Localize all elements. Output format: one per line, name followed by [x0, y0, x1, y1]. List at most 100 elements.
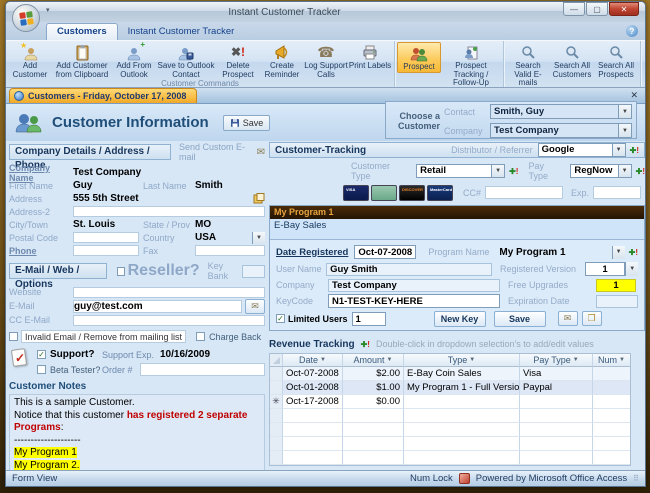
phone-field[interactable] — [73, 245, 139, 256]
postal-field[interactable] — [73, 232, 139, 243]
prospect-tracking-button[interactable]: Prospect Tracking / Follow-Up — [441, 42, 501, 88]
invalid-email-checkbox[interactable] — [9, 332, 18, 341]
beta-tester-checkbox[interactable] — [37, 365, 46, 374]
table-row-empty[interactable] — [270, 437, 630, 451]
search-all-customers-button[interactable]: Search All Customers — [550, 42, 594, 79]
chevron-down-icon[interactable]: ▼ — [619, 354, 625, 367]
envelope-icon[interactable]: ✉ — [257, 147, 265, 158]
new-key-button[interactable]: New Key — [434, 311, 486, 327]
quick-access-caret-icon[interactable]: ▾ — [46, 6, 50, 14]
program-list-item[interactable]: E-Bay Sales — [274, 220, 326, 231]
prospect-button[interactable]: Prospect — [397, 42, 441, 73]
fax-field[interactable] — [195, 245, 265, 256]
edit-list-icon[interactable]: ✚! — [629, 248, 638, 257]
tab-instant-customer-tracker[interactable]: Instant Customer Tracker — [118, 24, 245, 40]
contact-combo[interactable]: Smith, Guy ▼ — [490, 104, 632, 119]
resize-grip[interactable]: ⠿ — [633, 474, 639, 483]
reseller-checkbox[interactable] — [117, 267, 125, 276]
chevron-down-icon[interactable]: ▼ — [469, 354, 475, 367]
minimize-button[interactable]: — — [563, 2, 585, 16]
chevron-down-icon[interactable]: ▼ — [491, 165, 504, 177]
limited-users-field[interactable]: 1 — [352, 312, 386, 326]
email-key-icon[interactable]: ✉ — [558, 311, 578, 326]
help-icon[interactable]: ? — [626, 25, 638, 37]
close-button[interactable]: ✕ — [609, 2, 639, 16]
search-valid-emails-button[interactable]: Search Valid E-mails — [506, 42, 550, 88]
date-registered-field[interactable]: Oct-07-2008 — [354, 245, 416, 259]
chevron-down-icon[interactable]: ▼ — [387, 354, 393, 367]
office-button[interactable] — [12, 4, 40, 32]
table-row-empty[interactable] — [270, 409, 630, 423]
company-combo[interactable]: Test Company ▼ — [490, 123, 632, 138]
chevron-down-icon[interactable]: ▼ — [573, 354, 579, 367]
table-row-empty[interactable] — [270, 423, 630, 437]
cell-date[interactable]: Oct-07-2008 — [283, 367, 343, 381]
cell-num[interactable] — [593, 381, 630, 395]
row-selector[interactable]: ✳ — [270, 395, 283, 409]
website-field[interactable] — [73, 287, 265, 298]
chevron-down-icon[interactable]: ▼ — [612, 144, 625, 156]
program-company-field[interactable]: Test Company — [328, 279, 500, 292]
cell-amount[interactable]: $0.00 — [343, 395, 404, 409]
notes-field[interactable]: This is a sample Customer. Notice that t… — [9, 394, 265, 470]
maximize-button[interactable]: ▢ — [586, 2, 608, 16]
cell-date[interactable]: Oct-17-2008 — [283, 395, 343, 409]
close-document-icon[interactable]: ✕ — [630, 90, 638, 101]
table-row[interactable]: Oct-07-2008 $2.00 E-Bay Coin Sales Visa — [270, 367, 630, 381]
address-value[interactable]: 555 5th Street — [73, 193, 253, 204]
cell-type[interactable] — [404, 395, 520, 409]
user-name-field[interactable]: Guy Smith — [326, 263, 492, 276]
cell-pay-type[interactable] — [520, 395, 593, 409]
add-from-outlook-button[interactable]: + Add From Outlook — [112, 42, 156, 79]
close-customers-button[interactable]: ✕ Close Customers — [643, 42, 646, 79]
chevron-down-icon[interactable]: ▼ — [618, 124, 631, 137]
chevron-down-icon[interactable]: ▼ — [625, 262, 638, 276]
column-header-num[interactable]: Num▼ — [593, 354, 630, 367]
chevron-down-icon[interactable]: ▼ — [612, 246, 625, 259]
program-list[interactable]: E-Bay Sales — [270, 219, 644, 240]
support-exp-value[interactable]: 10/16/2009 — [160, 349, 210, 360]
cell-pay-type[interactable]: Paypal — [520, 381, 593, 395]
row-selector[interactable] — [270, 381, 283, 395]
print-labels-button[interactable]: Print Labels — [348, 42, 392, 71]
document-tab-customers[interactable]: Customers - Friday, October 17, 2008 — [9, 88, 197, 103]
cell-date[interactable]: Oct-01-2008 — [283, 381, 343, 395]
cell-num[interactable] — [593, 367, 630, 381]
send-custom-email-link[interactable]: Send Custom E-mail — [179, 142, 253, 162]
save-to-outlook-contact-button[interactable]: Save to Outlook Contact — [156, 42, 216, 79]
select-all-cell[interactable] — [270, 354, 283, 367]
expiration-date-field[interactable] — [596, 295, 638, 308]
create-reminder-button[interactable]: Create Reminder — [260, 42, 304, 79]
program-name-value[interactable]: My Program 1 — [499, 247, 565, 258]
address2-field[interactable] — [73, 206, 265, 217]
log-support-calls-button[interactable]: ☎ Log Support Calls — [304, 42, 348, 79]
delete-prospect-button[interactable]: ✖! Delete Prospect — [216, 42, 260, 79]
state-value[interactable]: MO — [195, 219, 211, 230]
customer-type-combo[interactable]: Retail ▼ — [416, 164, 505, 178]
send-email-icon[interactable]: ✉ — [245, 299, 265, 314]
table-row-new-record[interactable]: ✳ Oct-17-2008 $0.00 — [270, 395, 630, 409]
edit-list-icon[interactable]: ✚! — [636, 167, 645, 176]
email-field[interactable]: guy@test.com — [73, 300, 242, 313]
row-selector[interactable] — [270, 367, 283, 381]
title-bar[interactable]: ▾ Instant Customer Tracker — ▢ ✕ — [6, 2, 645, 22]
first-name-value[interactable]: Guy — [73, 180, 143, 191]
map-icon[interactable] — [253, 193, 265, 204]
distributor-combo[interactable]: Google ▼ — [538, 143, 626, 157]
edit-list-icon[interactable]: ✚! — [509, 167, 518, 176]
tab-customers[interactable]: Customers — [46, 23, 118, 40]
date-registered-label[interactable]: Date Registered — [276, 247, 348, 258]
edit-list-icon[interactable]: ✚! — [630, 146, 639, 155]
registered-version-field[interactable]: 1 — [585, 262, 626, 276]
column-header-type[interactable]: Type▼ — [404, 354, 520, 367]
cc-exp-field[interactable] — [593, 186, 641, 199]
last-name-value[interactable]: Smith — [195, 180, 223, 191]
cell-amount[interactable]: $1.00 — [343, 381, 404, 395]
company-name-value[interactable]: Test Company — [73, 167, 141, 178]
column-header-amount[interactable]: Amount▼ — [343, 354, 404, 367]
charge-back-checkbox[interactable] — [196, 332, 205, 341]
table-row[interactable]: Oct-01-2008 $1.00 My Program 1 - Full Ve… — [270, 381, 630, 395]
chevron-down-icon[interactable]: ▼ — [320, 354, 326, 367]
cc-number-field[interactable] — [485, 186, 563, 199]
pay-type-combo[interactable]: RegNow ▼ — [570, 164, 631, 178]
